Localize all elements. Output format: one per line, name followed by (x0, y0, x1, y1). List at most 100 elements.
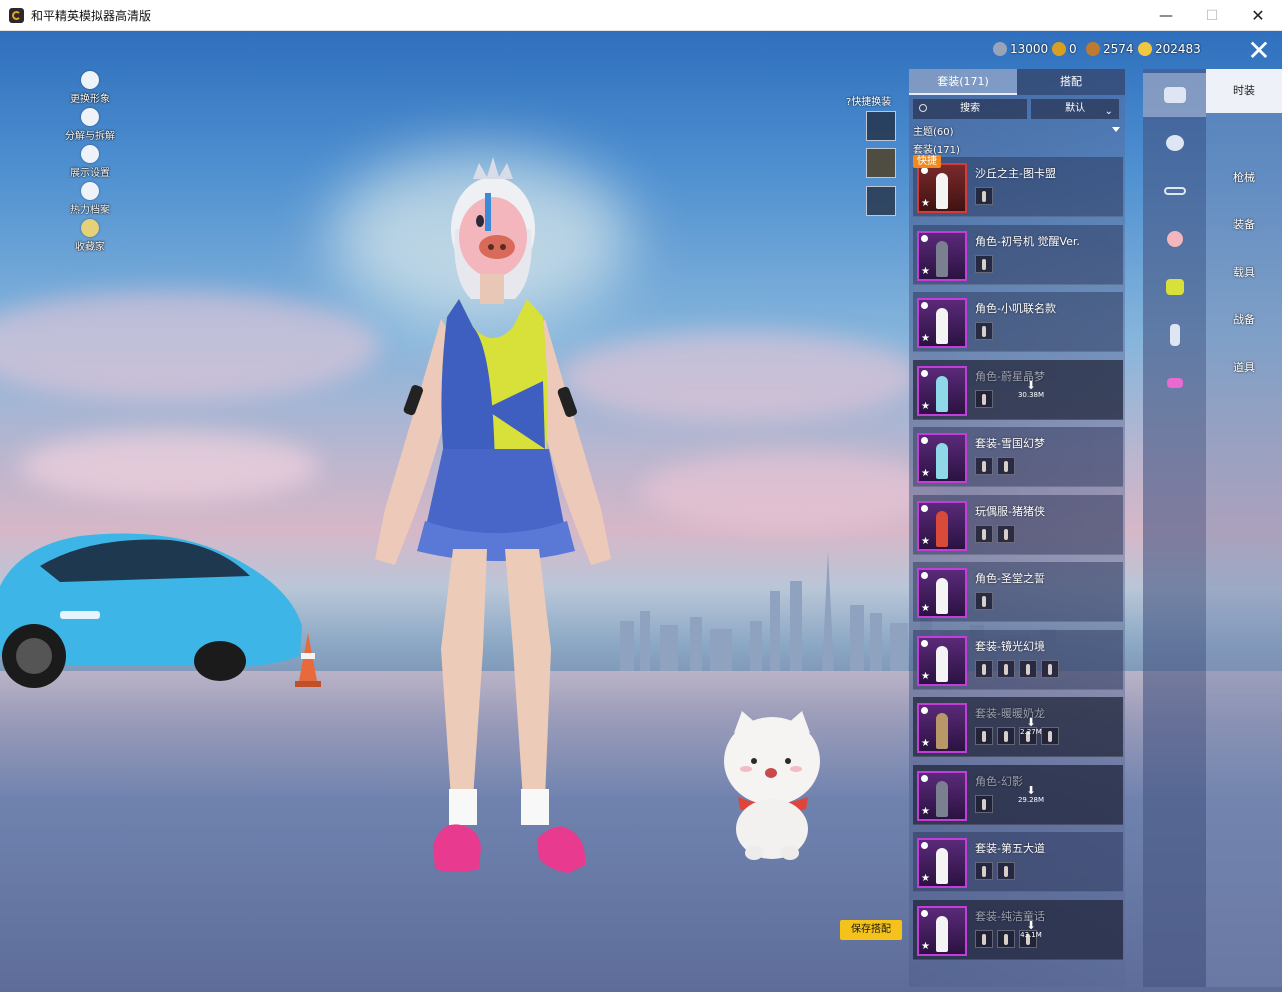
currency-gold[interactable]: 202483 (1138, 41, 1201, 57)
quick-swap-label[interactable]: ?快捷换装 (846, 93, 891, 108)
outfit-list-item[interactable]: ★ 玩偶服-猪猪侠 (913, 494, 1123, 555)
close-wardrobe-button[interactable]: ✕ (1244, 37, 1274, 67)
outfit-part-icon[interactable] (975, 389, 993, 408)
currency-silver[interactable]: 13000 (993, 41, 1048, 57)
download-size: 29.28M (1017, 795, 1045, 804)
download-size: 2.27M (1020, 728, 1042, 736)
rarity-dot-icon (921, 369, 928, 377)
category-props[interactable]: 道具 (1206, 359, 1282, 375)
rail-shoes[interactable] (1143, 361, 1206, 405)
outfit-panel: 套装(171) 搭配 搜索 默认 ⌄ 主题(60) 套装(171) ★ 快捷 沙丘之… (909, 69, 1125, 987)
outfit-part-icon[interactable] (975, 592, 993, 610)
window-close-button[interactable]: ✕ (1235, 0, 1281, 31)
outfit-part-icon[interactable] (997, 457, 1015, 475)
star-icon: ★ (921, 468, 930, 479)
maximize-button[interactable]: ☐ (1189, 0, 1235, 31)
outfit-figure (936, 308, 948, 344)
outfit-part-icon[interactable] (975, 862, 993, 880)
outfit-list-item[interactable]: ★ 套装-纯洁童话 ⬇ 43.1M (913, 899, 1123, 960)
decompose-item[interactable]: 分解与拆解 (55, 108, 125, 142)
cloud (20, 431, 320, 501)
download-indicator[interactable]: ⬇ 30.38M (1011, 380, 1051, 400)
quick-swap-slot[interactable] (866, 148, 896, 178)
sort-dropdown[interactable]: 默认 ⌄ (1031, 99, 1119, 119)
bronze-medal-icon (1086, 42, 1100, 56)
category-equipment[interactable]: 装备 (1206, 216, 1282, 232)
star-icon: ★ (921, 805, 930, 817)
quick-swap-slot[interactable] (866, 111, 896, 141)
rarity-dot-icon (921, 707, 928, 714)
outfit-part-icon[interactable] (997, 659, 1015, 678)
category-vehicles[interactable]: 载具 (1206, 264, 1282, 280)
outfit-list-item[interactable]: ★ 角色-初号机 觉醒Ver. (913, 224, 1123, 285)
search-input[interactable]: 搜索 (913, 99, 1028, 119)
outfit-part-icon[interactable] (975, 524, 993, 543)
save-outfit-button[interactable]: 保存搭配 (840, 920, 902, 940)
outfit-figure (936, 780, 948, 817)
rail-jacket[interactable] (1143, 265, 1206, 309)
outfit-part-icon[interactable] (975, 322, 993, 340)
rarity-dot-icon (921, 302, 928, 309)
theme-filter[interactable]: 主题(60) (913, 123, 954, 138)
star-icon: ★ (921, 873, 930, 884)
outfit-list-item[interactable]: ★ 角色-小叽联名款 (913, 292, 1123, 352)
outfit-part-icon[interactable] (975, 254, 993, 273)
pants-icon (1169, 324, 1180, 346)
download-indicator[interactable]: ⬇ 43.1M (1011, 920, 1051, 940)
category-icon-rail (1143, 69, 1206, 987)
outfit-thumbnail: ★ (917, 635, 967, 686)
outfit-part-icon[interactable] (1019, 659, 1037, 678)
outfit-name: 套装-第五大道 (975, 842, 1045, 855)
outfit-part-icon[interactable] (975, 727, 993, 745)
change-avatar-item[interactable]: 更换形象 (55, 71, 125, 105)
outfit-list-item[interactable]: ★ 套装-第五大道 (913, 832, 1123, 892)
heat-archive-item[interactable]: 热力档案 (55, 182, 125, 216)
outfit-figure (936, 915, 948, 952)
outfit-part-icon[interactable] (997, 862, 1015, 880)
cloud (0, 291, 380, 401)
dropdown-arrow-icon[interactable] (1112, 127, 1120, 132)
rail-pants[interactable] (1143, 313, 1206, 357)
outfit-list-item[interactable]: ★ 快捷 沙丘之主-图卡盟 (913, 155, 1123, 217)
category-guns[interactable]: 枪械 (1206, 169, 1282, 185)
outfit-list-item[interactable]: ★ 套装-镜光幻境 (913, 629, 1123, 690)
outfit-list-item[interactable]: ★ 套装-雪国幻梦 (913, 427, 1123, 487)
currency-medal[interactable]: 2574 (1086, 41, 1134, 57)
outfit-thumbnail: ★ (917, 433, 967, 483)
rail-helmet[interactable] (1143, 121, 1206, 165)
outfit-part-icon[interactable] (997, 524, 1015, 543)
gold-coin-icon (1138, 42, 1152, 56)
outfit-thumbnail: ★ (917, 500, 967, 551)
outfit-figure (936, 645, 948, 682)
outfit-part-icon[interactable] (975, 659, 993, 678)
rail-outfit[interactable] (1143, 73, 1206, 117)
minimize-button[interactable]: — (1143, 0, 1189, 31)
download-indicator[interactable]: ⬇ 29.28M (1011, 785, 1051, 805)
currency-token[interactable]: 0 (1052, 41, 1077, 57)
outfit-part-icon[interactable] (975, 929, 993, 948)
category-fashion[interactable]: 时装 (1206, 69, 1282, 113)
outfit-list-item[interactable]: ★ 角色-圣堂之誓 (913, 562, 1123, 622)
silver-coin-icon (993, 42, 1007, 56)
rail-goggles[interactable] (1143, 169, 1206, 213)
tab-combos[interactable]: 搭配 (1017, 69, 1125, 95)
heat-archive-label: 热力档案 (70, 205, 110, 216)
outfit-list-item[interactable]: ★ 角色-蔚星晶梦 ⬇ 30.38M (913, 359, 1123, 420)
outfit-part-icon[interactable] (1041, 659, 1059, 678)
display-settings-item[interactable]: 展示设置 (55, 145, 125, 179)
outfit-list-item[interactable]: ★ 套装-暖暖奶龙 ⬇ 2.27M (913, 697, 1123, 757)
collector-item[interactable]: 收藏家 (55, 219, 125, 253)
tab-sets[interactable]: 套装(171) (909, 69, 1017, 95)
outfit-part-icon[interactable] (975, 457, 993, 475)
rail-mask[interactable] (1143, 217, 1206, 261)
outfit-figure (936, 173, 948, 209)
download-indicator[interactable]: ⬇ 2.27M (1011, 717, 1051, 737)
jacket-icon (1165, 279, 1184, 295)
outfit-part-icon[interactable] (975, 187, 993, 205)
outfit-part-icon[interactable] (975, 794, 993, 813)
quick-swap-slot[interactable] (866, 186, 896, 216)
star-icon: ★ (921, 333, 930, 344)
category-tactical[interactable]: 战备 (1206, 311, 1282, 327)
eye-icon (81, 145, 99, 163)
outfit-list-item[interactable]: ★ 角色-幻影 ⬇ 29.28M (913, 764, 1123, 825)
